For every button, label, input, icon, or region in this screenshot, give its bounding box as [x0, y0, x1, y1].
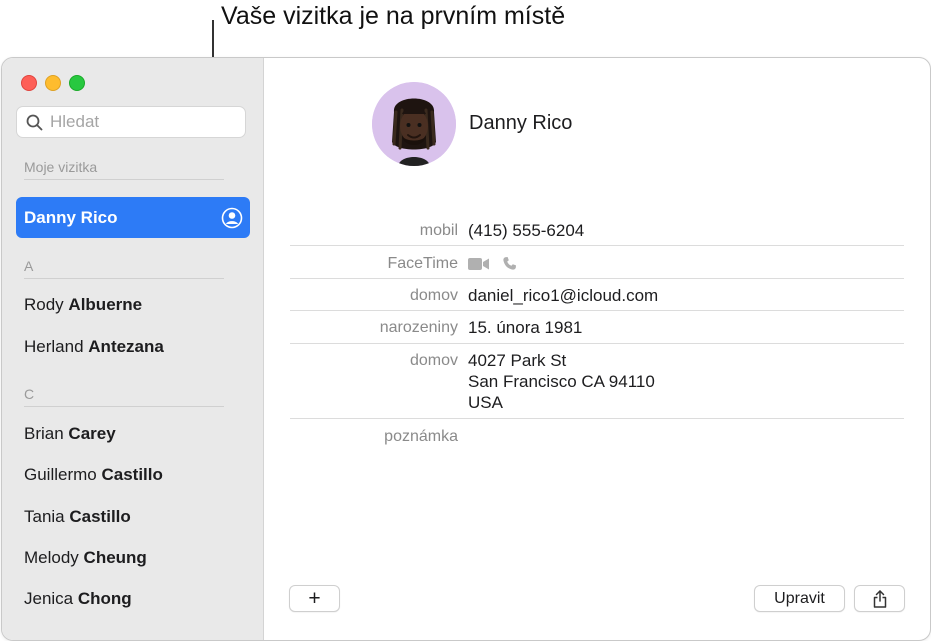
share-button[interactable] — [854, 585, 905, 612]
first-name: Jenica — [24, 589, 74, 608]
field-row-mobile: mobil (415) 555-6204 — [290, 220, 904, 246]
first-name: Tania — [24, 507, 65, 526]
contact-list-item[interactable]: Jenica Chong — [24, 589, 132, 609]
last-name: Cheung — [83, 548, 147, 567]
address-line: USA — [468, 393, 503, 412]
field-label: domov — [409, 287, 458, 304]
field-label: narozeniny — [379, 319, 458, 336]
first-name: Guillermo — [24, 465, 97, 484]
zoom-button[interactable] — [69, 75, 85, 91]
contact-header-name: Danny Rico — [469, 112, 573, 134]
section-header-a: A — [24, 258, 224, 279]
field-value-birthday: 15. února 1981 — [468, 318, 583, 337]
contact-my-card[interactable]: Danny Rico — [16, 197, 250, 238]
last-name: Castillo — [69, 507, 131, 526]
contact-list-item[interactable]: Herland Antezana — [24, 337, 164, 357]
facetime-video-icon[interactable] — [468, 257, 490, 271]
search-input[interactable] — [50, 112, 230, 132]
field-label: domov — [409, 352, 458, 369]
field-value-address[interactable]: 4027 Park St San Francisco CA 94110 USA — [468, 350, 655, 413]
contact-list-item[interactable]: Guillermo Castillo — [24, 465, 163, 485]
add-button[interactable]: + — [289, 585, 340, 612]
window-controls — [21, 75, 85, 91]
field-label: poznámka — [384, 428, 458, 445]
field-row-note: poznámka — [290, 426, 904, 451]
first-name: Brian — [24, 424, 64, 443]
field-row-address: domov 4027 Park St San Francisco CA 9411… — [290, 350, 904, 419]
share-icon — [873, 589, 886, 608]
field-row-email: domov daniel_rico1@icloud.com — [290, 285, 904, 311]
search-icon — [26, 114, 43, 130]
address-line: San Francisco CA 94110 — [468, 372, 655, 391]
avatar — [372, 82, 456, 166]
field-row-facetime: FaceTime — [290, 253, 904, 279]
last-name: Castillo — [101, 465, 163, 484]
contact-list-item[interactable]: Melody Cheung — [24, 548, 147, 568]
first-name: Melody — [24, 548, 79, 567]
address-line: 4027 Park St — [468, 351, 567, 370]
close-button[interactable] — [21, 75, 37, 91]
field-value-phone[interactable]: (415) 555-6204 — [468, 220, 584, 241]
contact-list-item[interactable]: Rody Albuerne — [24, 295, 142, 315]
my-card-person-icon — [221, 207, 243, 228]
field-label: mobil — [419, 222, 458, 239]
edit-button[interactable]: Upravit — [754, 585, 845, 612]
search-field[interactable] — [16, 106, 246, 138]
contact-list-item[interactable]: Brian Carey — [24, 424, 116, 444]
field-label: FaceTime — [387, 255, 458, 272]
facetime-audio-icon[interactable] — [502, 256, 517, 271]
first-name: Rody — [24, 295, 64, 314]
field-value-email[interactable]: daniel_rico1@icloud.com — [468, 285, 658, 306]
first-name: Herland — [24, 337, 84, 356]
contact-list-item[interactable]: Tania Castillo — [24, 507, 131, 527]
callout-text: Vaše vizitka je na prvním místě — [221, 2, 566, 30]
minimize-button[interactable] — [45, 75, 61, 91]
sidebar: Moje vizitka Danny Rico A Rody Albuerne … — [2, 58, 264, 640]
field-row-birthday: narozeniny 15. února 1981 — [290, 317, 904, 344]
contact-name: Danny Rico — [24, 207, 118, 227]
section-header-c: C — [24, 386, 224, 407]
last-name: Carey — [68, 424, 116, 443]
my-card-header: Moje vizitka — [24, 159, 224, 180]
last-name: Antezana — [88, 337, 164, 356]
contact-detail: Danny Rico mobil (415) 555-6204 FaceTime… — [264, 58, 930, 640]
memoji-avatar-icon — [372, 82, 456, 166]
contacts-window: Moje vizitka Danny Rico A Rody Albuerne … — [1, 57, 931, 641]
last-name: Albuerne — [68, 295, 143, 314]
last-name: Chong — [77, 589, 132, 608]
